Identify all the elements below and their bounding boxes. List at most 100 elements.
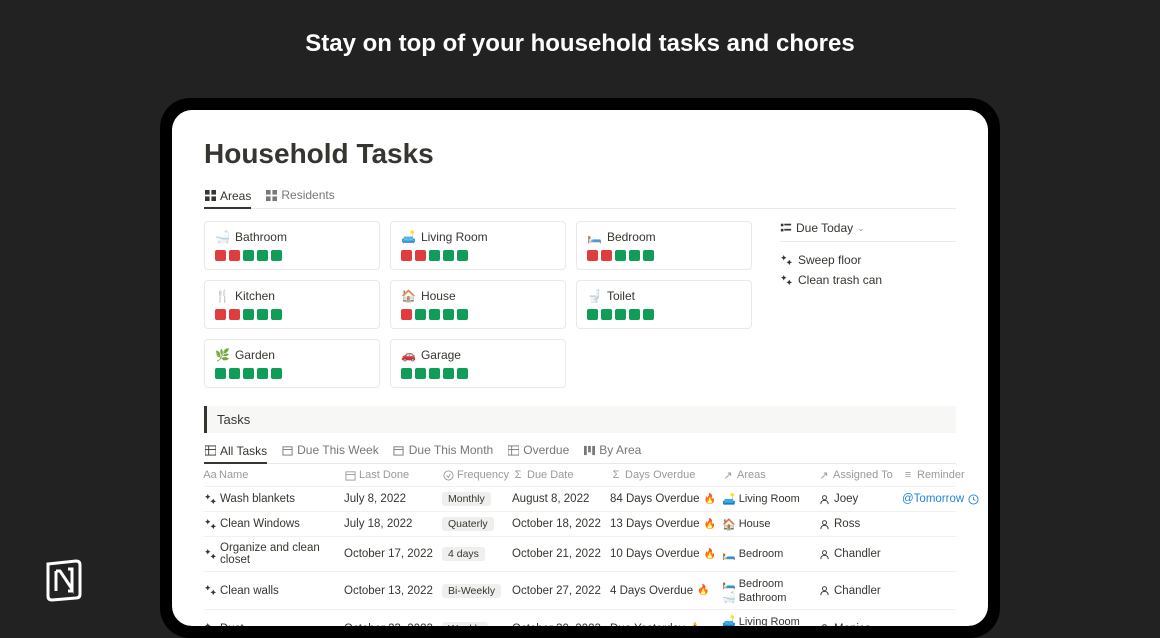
area-icon: 🌿 bbox=[215, 348, 230, 362]
area-card-toilet[interactable]: 🚽Toilet bbox=[576, 280, 752, 329]
area-name: Bathroom bbox=[235, 230, 287, 244]
area-card-kitchen[interactable]: 🍴Kitchen bbox=[204, 280, 380, 329]
col-last-done[interactable]: Last Done bbox=[344, 469, 442, 481]
reminder-link[interactable]: @Tomorrow bbox=[902, 493, 986, 505]
status-dot bbox=[271, 250, 282, 261]
col-name[interactable]: AaName bbox=[204, 469, 344, 481]
col-areas[interactable]: ↗Areas bbox=[722, 469, 818, 481]
status-dots bbox=[587, 250, 741, 261]
area-chip-icon: 🛋️ bbox=[722, 615, 736, 626]
status-dot bbox=[215, 309, 226, 320]
area-icon: 🛏️ bbox=[587, 230, 602, 244]
col-due-date[interactable]: ΣDue Date bbox=[512, 469, 610, 481]
overdue-icon: 🔥 bbox=[704, 494, 716, 505]
task-name-cell[interactable]: Wash blankets bbox=[204, 493, 344, 505]
task-tab-all-tasks[interactable]: All Tasks bbox=[204, 443, 267, 464]
table-row[interactable]: Organize and clean closetOctober 17, 202… bbox=[204, 537, 956, 572]
area-card-bathroom[interactable]: 🛁Bathroom bbox=[204, 221, 380, 270]
area-chip-label: Living Room bbox=[739, 616, 800, 627]
col-days-overdue[interactable]: ΣDays Overdue bbox=[610, 469, 722, 481]
area-chip-icon: 🛋️ bbox=[722, 493, 736, 506]
tab-label: Areas bbox=[220, 189, 251, 203]
col-reminder[interactable]: ≡Reminder bbox=[902, 469, 986, 481]
formula-icon: Σ bbox=[512, 469, 524, 481]
sparkle-icon bbox=[204, 548, 216, 560]
task-tab-due-this-month[interactable]: Due This Month bbox=[393, 443, 494, 457]
area-icon: 🍴 bbox=[215, 289, 230, 303]
area-card-bedroom[interactable]: 🛏️ Bedroom bbox=[576, 221, 752, 270]
gallery-icon bbox=[204, 190, 216, 202]
task-tab-overdue[interactable]: Overdue bbox=[507, 443, 569, 457]
due-today-toggle[interactable]: Due Today ⌄ bbox=[780, 221, 956, 235]
due-date-cell: October 21, 2022 bbox=[512, 548, 610, 560]
area-chip: 🏠House bbox=[722, 518, 818, 531]
view-tab-residents[interactable]: Residents bbox=[265, 188, 334, 202]
sparkle-icon bbox=[204, 518, 216, 530]
task-tab-by-area[interactable]: By Area bbox=[583, 443, 641, 457]
status-dot bbox=[215, 368, 226, 379]
col-frequency[interactable]: Frequency bbox=[442, 469, 512, 481]
task-tab-due-this-week[interactable]: Due This Week bbox=[281, 443, 379, 457]
table-row[interactable]: DustOctober 23, 2022WeeklyOctober 30, 20… bbox=[204, 610, 956, 626]
table-row[interactable]: Clean wallsOctober 13, 2022Bi-WeeklyOcto… bbox=[204, 572, 956, 610]
status-dots bbox=[215, 250, 369, 261]
item-label: Clean trash can bbox=[798, 273, 882, 287]
assigned-to-cell: Ross bbox=[818, 518, 902, 530]
status-dot bbox=[457, 309, 468, 320]
area-name: Garage bbox=[421, 348, 461, 362]
view-tab-areas[interactable]: Areas bbox=[204, 188, 251, 209]
due-today-item[interactable]: Clean trash can bbox=[780, 270, 956, 290]
relation-icon: ↗ bbox=[818, 469, 830, 481]
person-name: Joey bbox=[834, 493, 858, 505]
status-dot bbox=[229, 368, 240, 379]
area-chip: 🛋️Living Room bbox=[722, 615, 818, 626]
overdue-icon: 🔥 bbox=[697, 585, 709, 596]
area-icon: 🚽 bbox=[587, 289, 602, 303]
sparkle-icon bbox=[204, 493, 216, 505]
area-name: Bedroom bbox=[607, 230, 656, 244]
areas-cell: 🛏️Bedroom🛁Bathroom bbox=[722, 577, 818, 604]
area-card-house[interactable]: 🏠House bbox=[390, 280, 566, 329]
page-title: Household Tasks bbox=[204, 138, 956, 170]
due-date-cell: October 18, 2022 bbox=[512, 518, 610, 530]
area-card-garage[interactable]: 🚗Garage bbox=[390, 339, 566, 388]
area-card-living-room[interactable]: 🛋️Living Room bbox=[390, 221, 566, 270]
due-today-item[interactable]: Sweep floor bbox=[780, 250, 956, 270]
status-dot bbox=[229, 309, 240, 320]
status-dot bbox=[257, 368, 268, 379]
task-name-cell[interactable]: Clean Windows bbox=[204, 518, 344, 530]
tab-label: All Tasks bbox=[220, 444, 267, 458]
task-name-cell[interactable]: Organize and clean closet bbox=[204, 542, 344, 566]
task-name: Organize and clean closet bbox=[220, 542, 344, 566]
tab-label: Residents bbox=[281, 188, 334, 202]
chevron-down-icon: ⌄ bbox=[857, 223, 865, 234]
person-icon bbox=[818, 518, 830, 530]
relation-icon: ↗ bbox=[722, 469, 734, 481]
status-dot bbox=[257, 250, 268, 261]
sparkle-icon bbox=[780, 254, 792, 266]
status-dot bbox=[415, 309, 426, 320]
table-row[interactable]: Clean WindowsJuly 18, 2022QuaterlyOctobe… bbox=[204, 512, 956, 537]
task-name-cell[interactable]: Dust bbox=[204, 623, 344, 627]
area-chip-icon: 🛏️ bbox=[722, 548, 736, 561]
status-dot bbox=[443, 309, 454, 320]
status-dot bbox=[415, 250, 426, 261]
task-name-cell[interactable]: Clean walls bbox=[204, 585, 344, 597]
status-dots bbox=[401, 250, 555, 261]
table-row[interactable]: Wash blanketsJuly 8, 2022MonthlyAugust 8… bbox=[204, 487, 956, 512]
area-chip-icon: 🏠 bbox=[722, 518, 736, 531]
board-icon bbox=[583, 444, 595, 456]
last-done-cell: July 18, 2022 bbox=[344, 518, 442, 530]
area-chip: 🛋️Living Room bbox=[722, 493, 818, 506]
assigned-to-cell: Joey bbox=[818, 493, 902, 505]
area-name: Garden bbox=[235, 348, 275, 362]
status-dot bbox=[643, 250, 654, 261]
area-chip: 🛏️Bedroom bbox=[722, 548, 818, 561]
days-overdue-cell: 13 Days Overdue🔥 bbox=[610, 518, 722, 530]
area-card-garden[interactable]: 🌿 Garden bbox=[204, 339, 380, 388]
sparkle-icon bbox=[204, 623, 216, 627]
status-dot bbox=[429, 368, 440, 379]
status-dot bbox=[443, 368, 454, 379]
status-dot bbox=[215, 250, 226, 261]
col-assigned-to[interactable]: ↗Assigned To bbox=[818, 469, 902, 481]
